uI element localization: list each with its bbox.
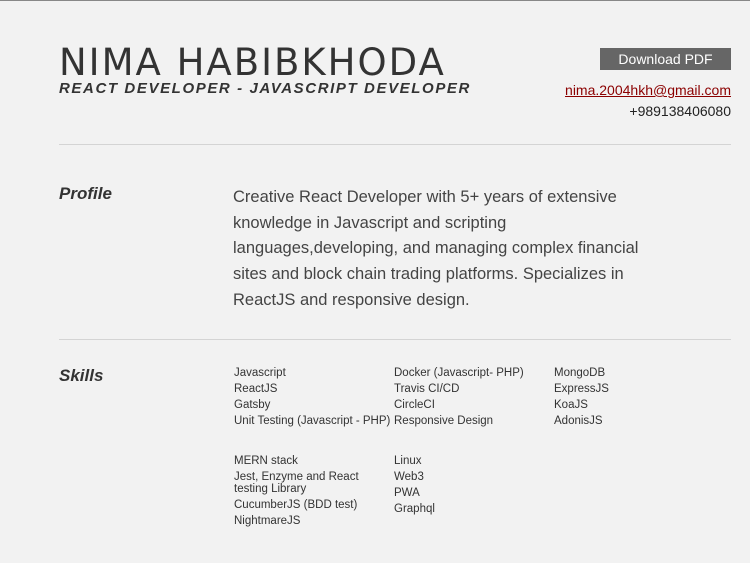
profile-heading: Profile (59, 184, 112, 203)
email-link[interactable]: nima.2004hkh@gmail.com (565, 82, 731, 98)
skill-item: ExpressJS (554, 383, 609, 395)
skill-item: Javascript (234, 367, 286, 379)
skills-heading: Skills (59, 366, 104, 385)
skill-item: Web3 (394, 471, 424, 483)
job-title: REACT DEVELOPER - JAVASCRIPT DEVELOPER (59, 80, 471, 97)
skill-item: Linux (394, 455, 422, 467)
skill-item: ReactJS (234, 383, 278, 395)
skill-item: Unit Testing (Javascript - PHP) (234, 415, 391, 427)
skill-item: Jest, Enzyme and React testing Library (234, 471, 359, 495)
skill-item: MongoDB (554, 367, 606, 379)
skills-column: Javascript ReactJS Gatsby Unit Testing (… (234, 365, 394, 429)
profile-summary: Creative React Developer with 5+ years o… (233, 188, 639, 309)
skill-item: Gatsby (234, 399, 271, 411)
skill-item: MERN stack (234, 455, 298, 467)
skill-item: Docker (Javascript- PHP) (394, 367, 524, 379)
skill-item: NightmareJS (234, 515, 301, 527)
download-pdf-button[interactable]: Download PDF (600, 48, 731, 70)
skills-column: MongoDB ExpressJS KoaJS AdonisJS (554, 365, 704, 429)
skills-column: Docker (Javascript- PHP) Travis CI/CD Ci… (394, 365, 549, 429)
phone-number: +989138406080 (629, 103, 731, 119)
profile-divider (59, 339, 731, 340)
skill-item: CircleCI (394, 399, 435, 411)
skill-item: PWA (394, 487, 420, 499)
skills-column: Linux Web3 PWA Graphql (394, 453, 549, 517)
skill-item: Graphql (394, 503, 435, 515)
skill-item: Travis CI/CD (394, 383, 460, 395)
skill-item: CucumberJS (BDD test) (234, 499, 358, 511)
skill-item: Responsive Design (394, 415, 494, 427)
skills-column: MERN stack Jest, Enzyme and React testin… (234, 453, 394, 529)
skill-item: KoaJS (554, 399, 588, 411)
candidate-name: NIMA HABIBKHODA (59, 41, 446, 84)
header-divider (59, 144, 731, 145)
skill-item: AdonisJS (554, 415, 603, 427)
